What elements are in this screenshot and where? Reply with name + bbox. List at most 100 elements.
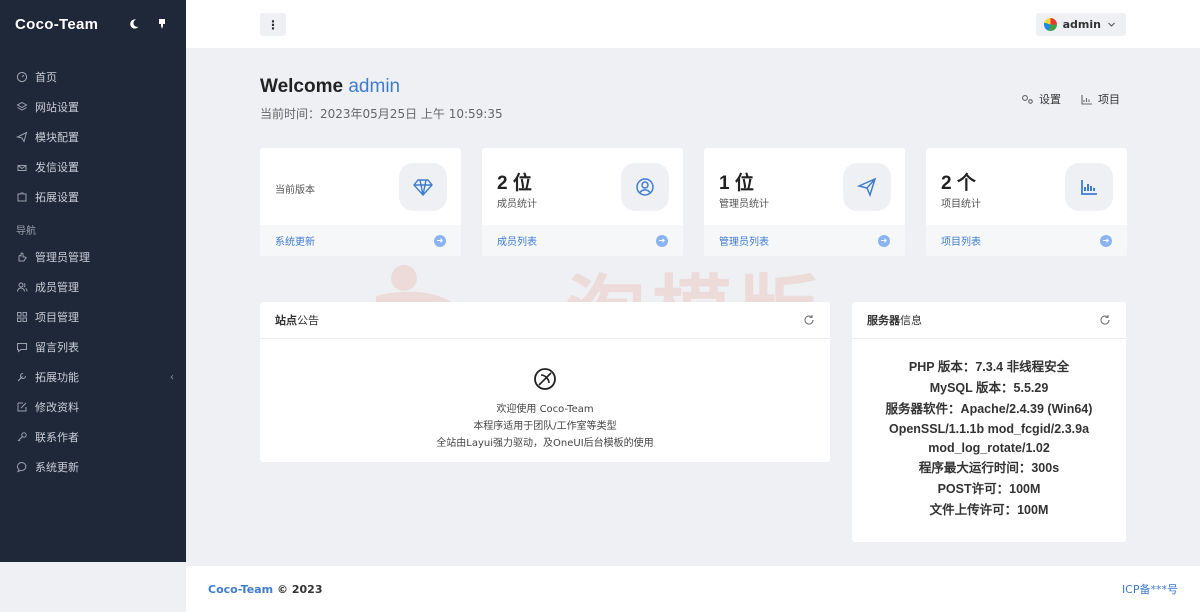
icp-link[interactable]: ICP备***号 bbox=[1122, 581, 1178, 597]
stat-card-link[interactable]: 成员列表 ➜ bbox=[482, 225, 683, 256]
stat-card-link[interactable]: 项目列表 ➜ bbox=[926, 225, 1127, 256]
notice-line: 欢迎使用 Coco-Team bbox=[496, 404, 594, 415]
sidebar-nav-top: 首页 网站设置 模块配置 发信设置 拓展设置 bbox=[0, 62, 186, 212]
sidebar-item-label: 模块配置 bbox=[35, 131, 79, 144]
page-title: Welcome admin bbox=[260, 76, 400, 98]
moon-icon[interactable] bbox=[124, 14, 144, 34]
panel-body: 欢迎使用 Coco-Team 本程序适用于团队/工作室等类型 全站由Layui强… bbox=[260, 339, 830, 452]
arrow-right-circle-icon: ➜ bbox=[656, 234, 668, 247]
panel-body: PHP 版本：7.3.4 非线程安全 MySQL 版本：5.5.29 服务器软件… bbox=[852, 339, 1126, 521]
notice-line: 本程序适用于团队/工作室等类型 bbox=[473, 421, 617, 432]
sidebar-item-member-management[interactable]: 成员管理 bbox=[0, 272, 186, 302]
panel-title-bold: 服务器 bbox=[867, 314, 900, 327]
sidebar-item-label: 联系作者 bbox=[35, 431, 79, 444]
stat-value: 1 位 bbox=[719, 173, 754, 194]
stat-value: 2 个 bbox=[941, 173, 976, 194]
panel-header: 站点 公告 bbox=[260, 302, 830, 339]
chevron-left-icon: ‹ bbox=[170, 371, 174, 383]
footer-copyright: © 2023 bbox=[277, 582, 323, 596]
panel-title-bold: 站点 bbox=[275, 314, 297, 327]
chevron-down-icon bbox=[1108, 22, 1115, 27]
top-actions: 设置 项目 bbox=[1021, 91, 1120, 107]
sidebar-item-edit-profile[interactable]: 修改资料 bbox=[0, 392, 186, 422]
sidebar-item-extension-settings[interactable]: 拓展设置 bbox=[0, 182, 186, 212]
settings-link[interactable]: 设置 bbox=[1021, 91, 1061, 107]
app-name[interactable]: Coco-Team bbox=[15, 16, 98, 33]
refresh-icon[interactable] bbox=[803, 314, 815, 326]
sidebar-item-label: 系统更新 bbox=[35, 461, 79, 474]
arrow-right-circle-icon: ➜ bbox=[434, 234, 446, 247]
projects-label: 项目 bbox=[1098, 93, 1120, 106]
sidebar-item-system-update[interactable]: 系统更新 bbox=[0, 452, 186, 482]
stat-label: 管理员统计 bbox=[719, 199, 769, 210]
sidebar-item-messages[interactable]: 留言列表 bbox=[0, 332, 186, 362]
topbar: ⋮ admin bbox=[186, 0, 1200, 48]
stat-label: 当前版本 bbox=[275, 185, 315, 196]
puzzle-icon bbox=[16, 191, 28, 203]
layers-icon bbox=[16, 101, 28, 113]
mail-icon bbox=[16, 161, 28, 173]
paper-plane-icon bbox=[843, 163, 891, 211]
sidebar-item-label: 拓展功能 bbox=[35, 371, 79, 384]
welcome-prefix: Welcome bbox=[260, 76, 344, 97]
footer-brand-link[interactable]: Coco-Team bbox=[208, 583, 273, 596]
app-logo-icon bbox=[534, 368, 556, 390]
stat-card-link[interactable]: 系统更新 ➜ bbox=[260, 225, 461, 256]
edit-icon bbox=[16, 401, 28, 413]
comment-icon bbox=[16, 341, 28, 353]
sidebar-item-admin-management[interactable]: 管理员管理 bbox=[0, 242, 186, 272]
sidebar-item-mail-settings[interactable]: 发信设置 bbox=[0, 152, 186, 182]
stat-link-label: 成员列表 bbox=[497, 237, 537, 248]
stat-link-label: 系统更新 bbox=[275, 237, 315, 248]
sidebar-item-project-management[interactable]: 项目管理 bbox=[0, 302, 186, 332]
sidebar-item-label: 管理员管理 bbox=[35, 251, 90, 264]
stat-link-label: 项目列表 bbox=[941, 237, 981, 248]
user-menu-button[interactable]: admin bbox=[1035, 13, 1126, 36]
stat-value: 2 位 bbox=[497, 173, 532, 194]
grid-icon bbox=[16, 311, 28, 323]
area-chart-icon bbox=[1081, 94, 1092, 105]
diamond-icon bbox=[399, 163, 447, 211]
server-line: PHP 版本：7.3.4 非线程安全 bbox=[908, 360, 1070, 374]
stat-card-admins: 1 位 管理员统计 管理员列表 ➜ bbox=[704, 148, 905, 256]
sidebar-item-site-settings[interactable]: 网站设置 bbox=[0, 92, 186, 122]
server-line: MySQL 版本：5.5.29 bbox=[929, 381, 1049, 395]
panel-title-rest: 信息 bbox=[900, 314, 922, 327]
sidebar-item-label: 留言列表 bbox=[35, 341, 79, 354]
dashboard-icon bbox=[16, 71, 28, 83]
server-line: OpenSSL/1.1.1b mod_fcgid/2.3.9a bbox=[888, 422, 1090, 436]
pin-icon[interactable] bbox=[152, 14, 172, 34]
sidebar: Coco-Team 首页 网站设置 模块配置 发信设置 拓展设置 导航 管理员管… bbox=[0, 0, 186, 562]
stat-link-label: 管理员列表 bbox=[719, 237, 769, 248]
projects-link[interactable]: 项目 bbox=[1081, 91, 1120, 107]
footer: Coco-Team © 2023 ICP备***号 bbox=[186, 566, 1200, 612]
current-time: 当前时间：2023年05月25日 上午 10:59:35 bbox=[260, 107, 503, 121]
sidebar-section-label: 导航 bbox=[16, 225, 36, 237]
stat-label: 项目统计 bbox=[941, 199, 981, 210]
arrow-right-circle-icon: ➜ bbox=[878, 234, 890, 247]
sidebar-header-actions bbox=[124, 14, 172, 34]
server-line: mod_log_rotate/1.02 bbox=[928, 441, 1050, 455]
server-line: POST许可：100M bbox=[937, 482, 1041, 496]
bar-chart-icon bbox=[1065, 163, 1113, 211]
sidebar-nav-main: 管理员管理 成员管理 项目管理 留言列表 拓展功能 ‹ 修改资料 联系作者 系统… bbox=[0, 242, 186, 482]
sidebar-item-contact-author[interactable]: 联系作者 bbox=[0, 422, 186, 452]
sidebar-item-label: 发信设置 bbox=[35, 161, 79, 174]
site-notice-panel: 站点 公告 欢迎使用 Coco-Team 本程序适用于团队/工作室等类型 全站由… bbox=[260, 302, 830, 462]
notice-line: 全站由Layui强力驱动，及OneUI后台模板的使用 bbox=[436, 438, 654, 449]
stat-card-link[interactable]: 管理员列表 ➜ bbox=[704, 225, 905, 256]
sidebar-item-home[interactable]: 首页 bbox=[0, 62, 186, 92]
sidebar-item-extensions[interactable]: 拓展功能 ‹ bbox=[0, 362, 186, 392]
panel-header: 服务器 信息 bbox=[852, 302, 1126, 339]
stat-label: 成员统计 bbox=[497, 199, 537, 210]
server-line: 服务器软件：Apache/2.4.39 (Win64) bbox=[885, 402, 1093, 416]
sidebar-item-module-config[interactable]: 模块配置 bbox=[0, 122, 186, 152]
kebab-icon: ⋮ bbox=[267, 17, 279, 32]
refresh-icon[interactable] bbox=[1099, 314, 1111, 326]
more-menu-button[interactable]: ⋮ bbox=[260, 13, 286, 36]
chat-icon bbox=[16, 461, 28, 473]
avatar bbox=[1043, 18, 1057, 31]
welcome-user: admin bbox=[348, 76, 401, 97]
sidebar-item-label: 拓展设置 bbox=[35, 191, 79, 204]
sidebar-item-label: 成员管理 bbox=[35, 281, 79, 294]
